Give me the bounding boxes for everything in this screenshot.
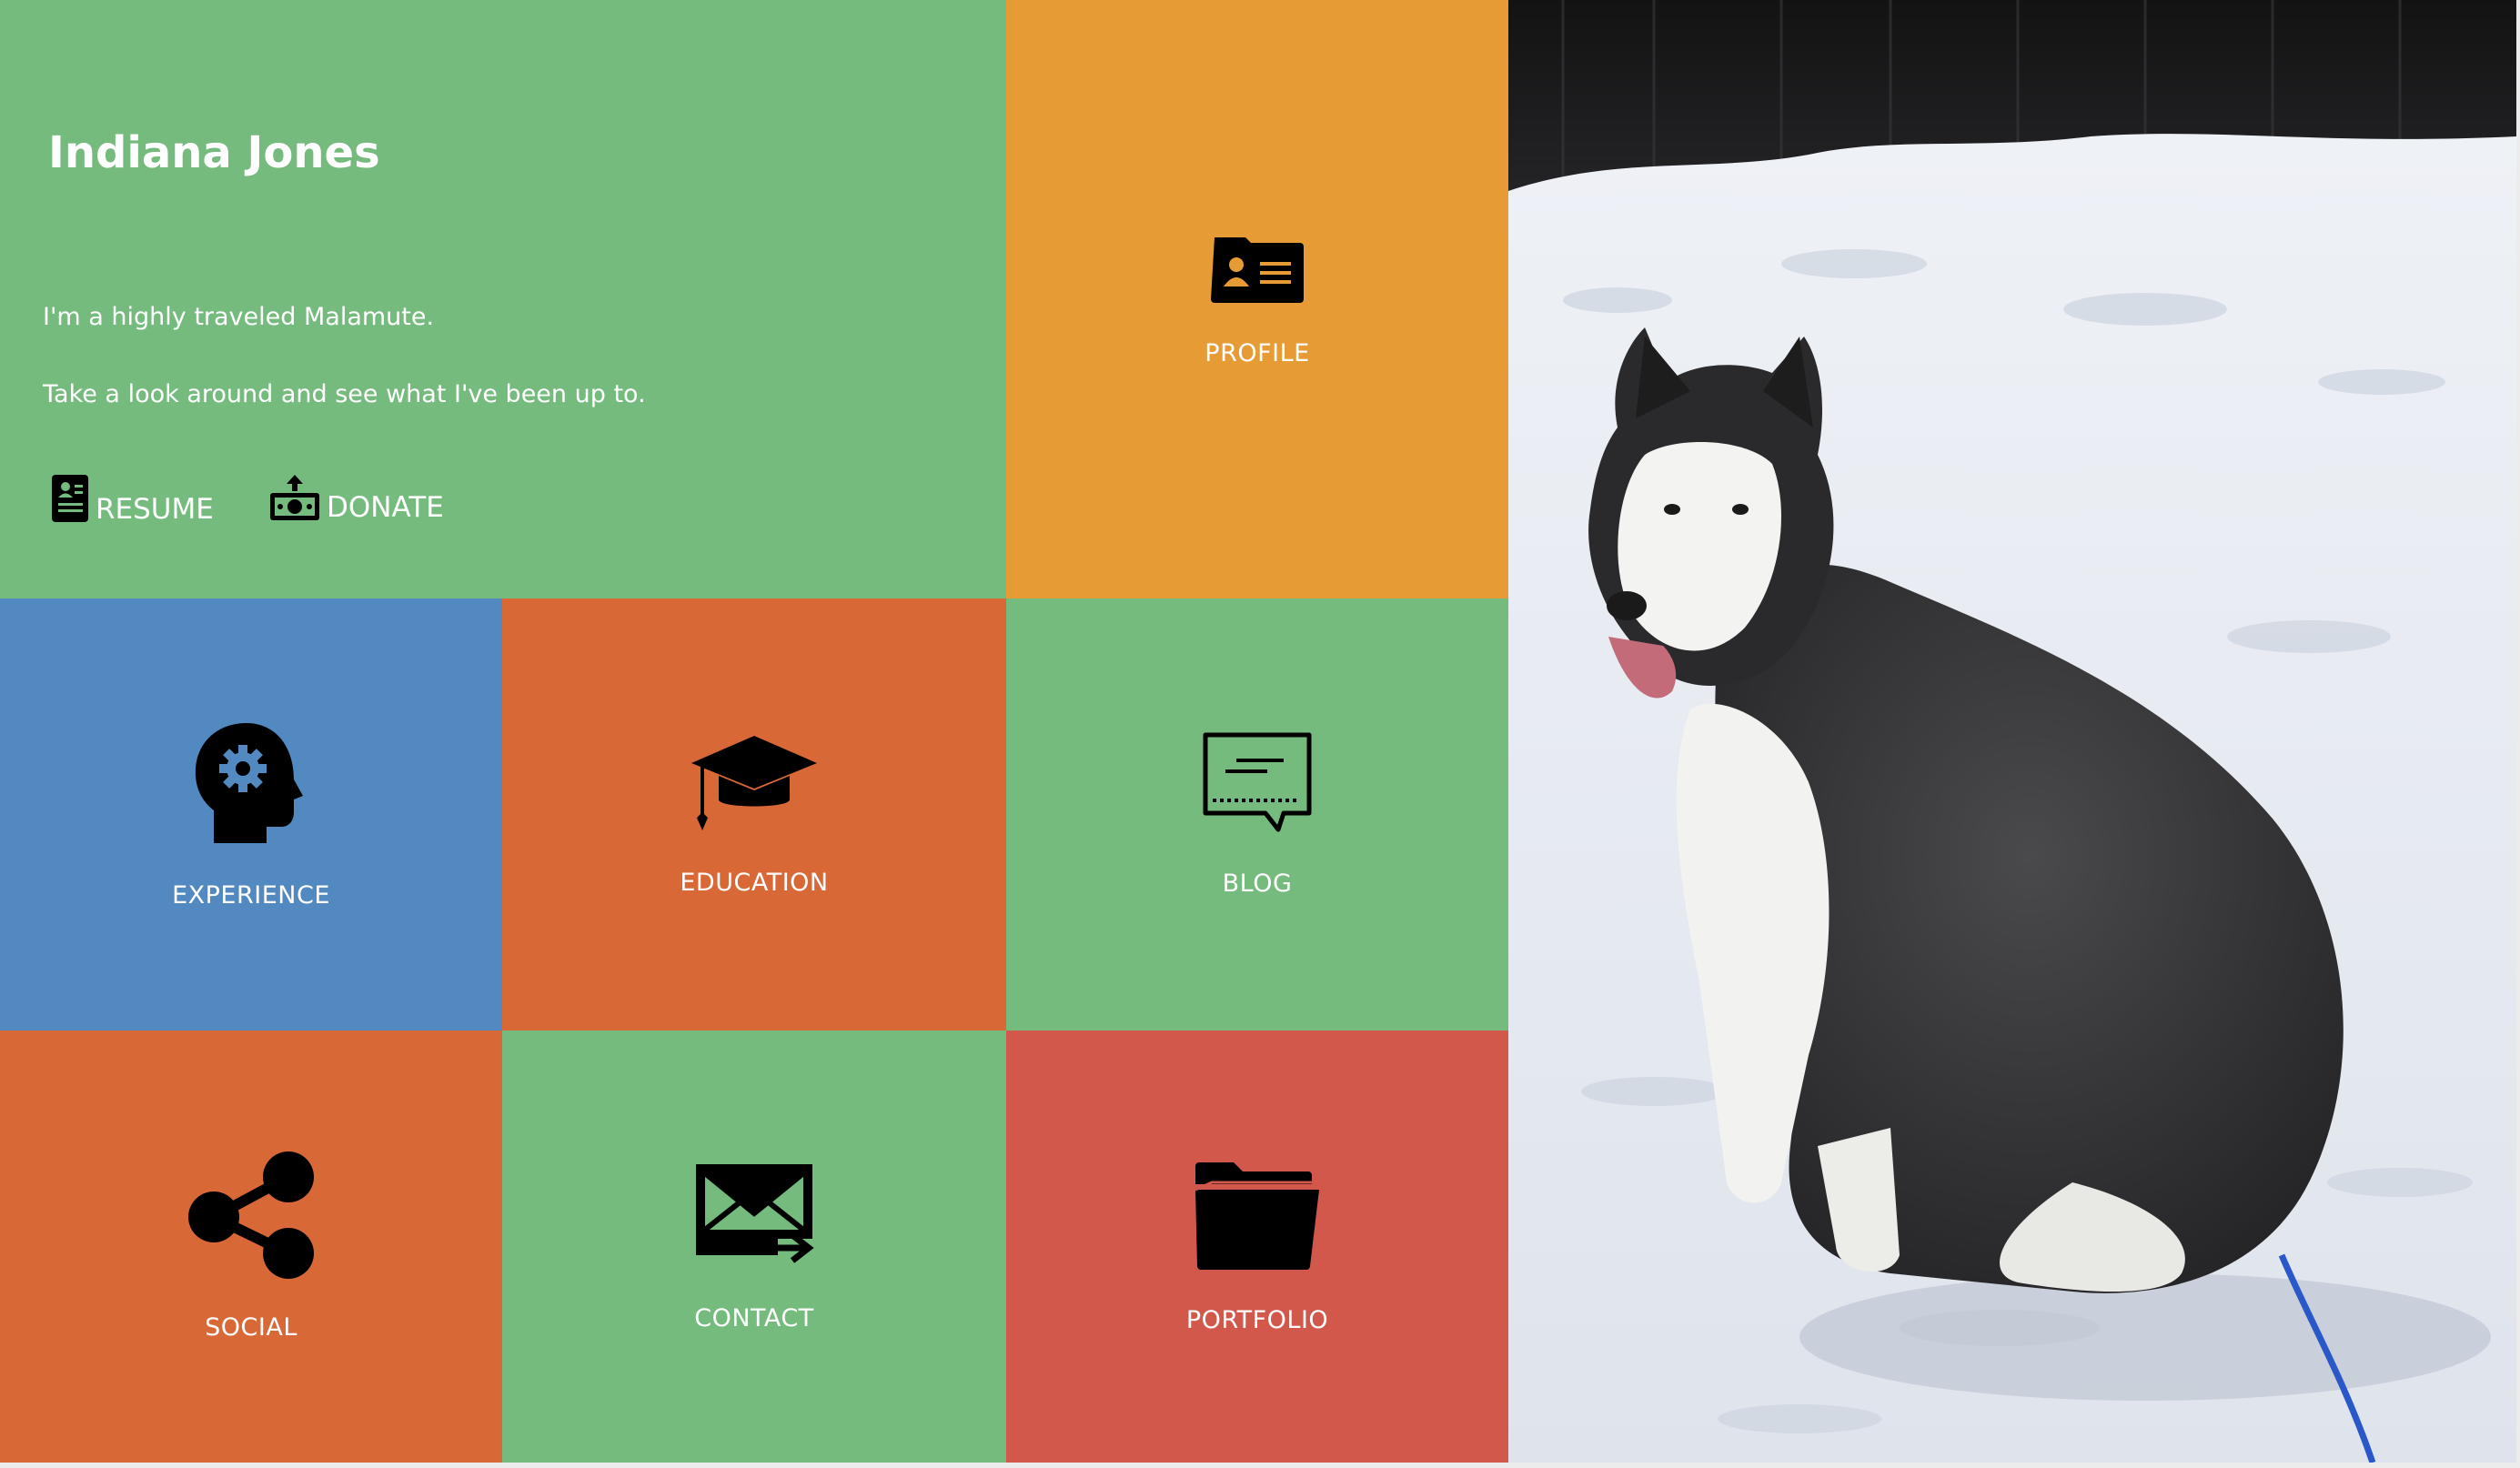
tile-contact-label: CONTACT bbox=[694, 1304, 814, 1332]
tile-portfolio[interactable]: PORTFOLIO bbox=[1006, 1031, 1508, 1463]
graduation-cap-icon bbox=[691, 736, 817, 830]
donate-link[interactable]: DONATE bbox=[268, 473, 444, 522]
tile-social-label: SOCIAL bbox=[205, 1313, 297, 1342]
intro-panel: Indiana Jones I'm a highly traveled Mala… bbox=[0, 0, 1006, 598]
resume-label: RESUME bbox=[96, 493, 214, 526]
tile-education[interactable]: EDUCATION bbox=[502, 598, 1006, 1031]
resume-icon bbox=[52, 475, 88, 522]
intro-line-1: I'm a highly traveled Malamute. bbox=[43, 303, 435, 331]
dog-photo bbox=[1508, 0, 2516, 1463]
tile-social[interactable]: SOCIAL bbox=[0, 1031, 502, 1463]
tile-experience[interactable]: EXPERIENCE bbox=[0, 598, 502, 1031]
resume-link[interactable]: RESUME bbox=[50, 473, 214, 524]
envelope-arrow-icon bbox=[696, 1164, 814, 1263]
tile-experience-label: EXPERIENCE bbox=[172, 881, 330, 910]
share-icon bbox=[188, 1151, 314, 1279]
tile-blog-label: BLOG bbox=[1222, 870, 1293, 898]
tile-education-label: EDUCATION bbox=[680, 869, 829, 897]
donate-label: DONATE bbox=[327, 491, 444, 524]
id-card-icon bbox=[1211, 236, 1304, 303]
tile-blog[interactable]: BLOG bbox=[1006, 598, 1508, 1031]
tile-profile[interactable]: PROFILE bbox=[1006, 0, 1508, 598]
folder-icon bbox=[1194, 1162, 1319, 1270]
tile-contact[interactable]: CONTACT bbox=[502, 1031, 1006, 1463]
tile-profile-label: PROFILE bbox=[1205, 338, 1310, 367]
speech-bubble-icon bbox=[1203, 732, 1312, 832]
donate-money-icon bbox=[270, 475, 319, 520]
head-gear-icon bbox=[195, 723, 303, 843]
tile-portfolio-label: PORTFOLIO bbox=[1185, 1306, 1329, 1334]
page-title: Indiana Jones bbox=[48, 127, 380, 178]
intro-line-2: Take a look around and see what I've bee… bbox=[43, 380, 646, 408]
